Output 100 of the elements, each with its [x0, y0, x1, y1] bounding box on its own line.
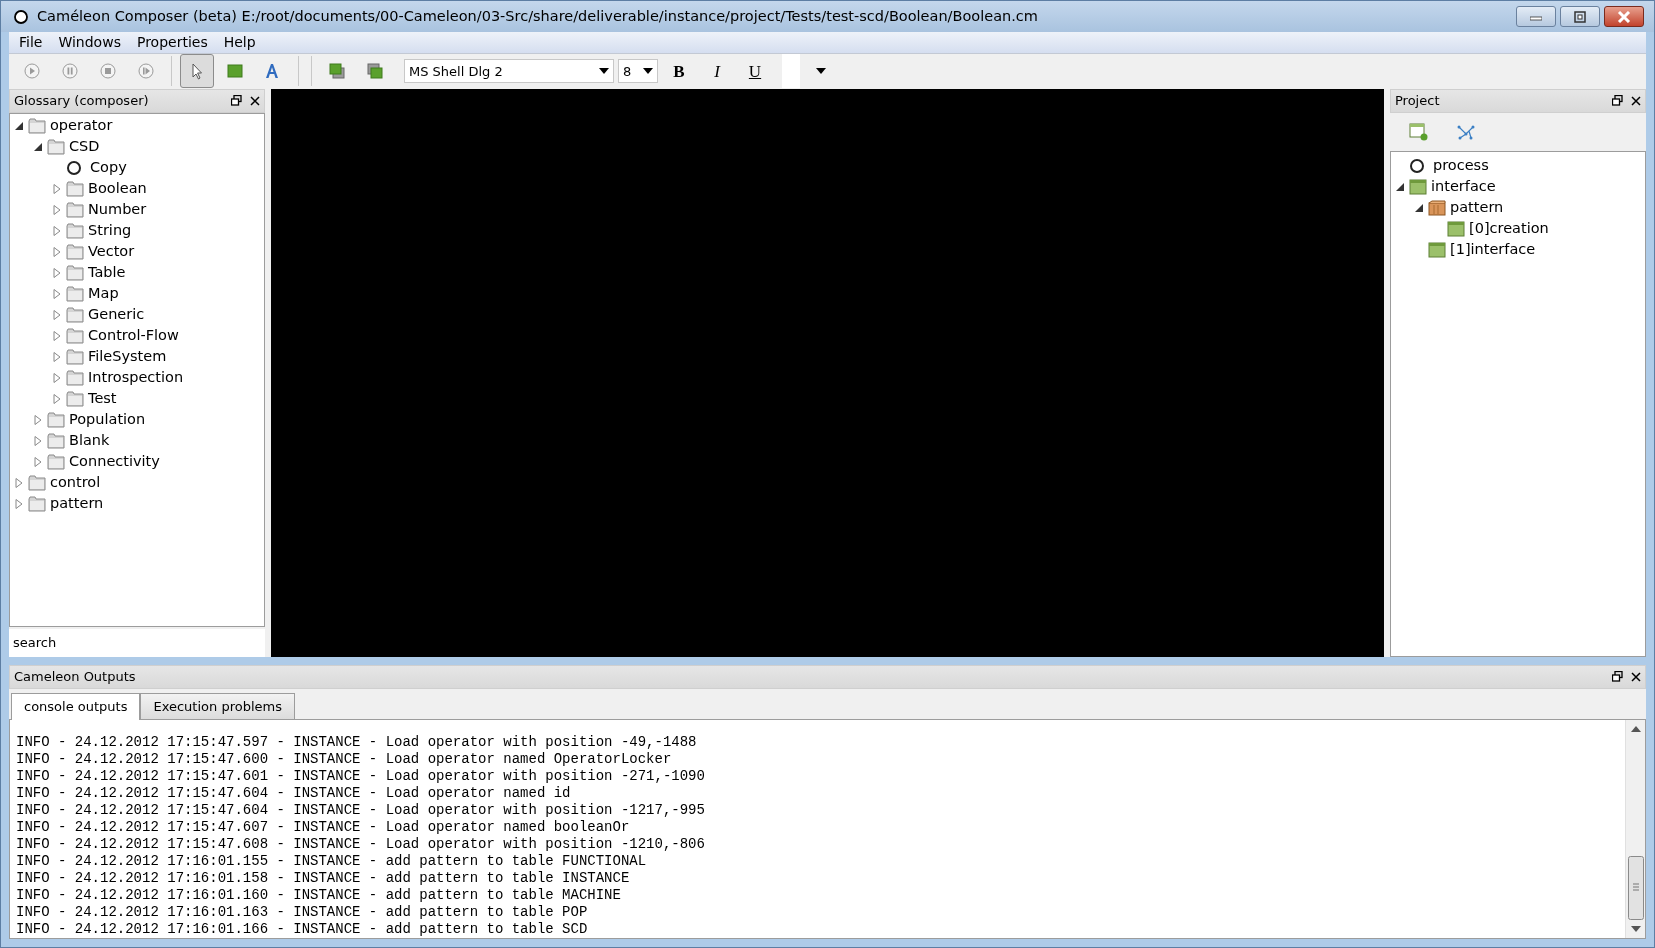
- log-line: INFO - 24.12.2012 17:15:47.604 - INSTANCE - Load operator named id: [16, 785, 572, 802]
- tree-item[interactable]: Map: [88, 283, 119, 305]
- scroll-up-arrow-icon[interactable]: [1630, 726, 1641, 732]
- collapsed-arrow-icon[interactable]: [52, 184, 62, 194]
- collapsed-arrow-icon[interactable]: [33, 415, 43, 425]
- restore-icon: [1574, 10, 1586, 23]
- tree-item[interactable]: [1]interface: [1450, 239, 1536, 261]
- tree-item[interactable]: Copy: [90, 157, 127, 179]
- folder-icon: [47, 454, 65, 470]
- tree-item[interactable]: Introspection: [88, 367, 184, 389]
- color-swatch[interactable]: [782, 54, 800, 89]
- log-line: INFO - 24.12.2012 17:15:47.607 - INSTANCE - Load operator named booleanOr: [16, 819, 631, 836]
- log-line: INFO - 24.12.2012 17:15:47.604 - INSTANCE - Load operator with position -1217,-995: [16, 802, 706, 819]
- tab[interactable]: Execution problems: [140, 692, 295, 719]
- collapsed-arrow-icon[interactable]: [52, 394, 62, 404]
- collapsed-arrow-icon[interactable]: [52, 310, 62, 320]
- menu-item[interactable]: Windows: [50, 32, 129, 54]
- tree-item[interactable]: CSD: [69, 136, 100, 158]
- tree-item[interactable]: Number: [88, 199, 147, 221]
- tree-item[interactable]: Connectivity: [69, 451, 160, 473]
- folder-icon: [66, 328, 84, 344]
- tree-item[interactable]: operator: [50, 115, 113, 137]
- add-window-icon: [1409, 122, 1429, 141]
- tree-item[interactable]: Blank: [69, 430, 110, 452]
- layers-icon: [366, 62, 384, 81]
- play-icon: [23, 62, 41, 81]
- folder-icon: [47, 412, 65, 428]
- close-icon[interactable]: [1631, 95, 1641, 106]
- pause-icon: [61, 62, 79, 81]
- collapsed-arrow-icon[interactable]: [14, 499, 24, 509]
- collapsed-arrow-icon[interactable]: [52, 268, 62, 278]
- tree-item[interactable]: FileSystem: [88, 346, 167, 368]
- float-icon[interactable]: [1612, 671, 1623, 682]
- log-line: INFO - 24.12.2012 17:16:01.155 - INSTANCE - add pattern to table FUNCTIONAL: [16, 853, 648, 870]
- log-line: INFO - 24.12.2012 17:16:01.163 - INSTANCE - add pattern to table POP: [16, 904, 589, 921]
- menu-item[interactable]: Help: [215, 32, 264, 54]
- collapsed-arrow-icon[interactable]: [33, 457, 43, 467]
- tree-item[interactable]: control: [50, 472, 101, 494]
- close-button[interactable]: [1604, 6, 1644, 28]
- collapsed-arrow-icon[interactable]: [52, 205, 62, 215]
- expanded-arrow-icon[interactable]: [1395, 182, 1405, 192]
- folder-icon: [66, 244, 84, 260]
- tree-item[interactable]: process: [1433, 155, 1489, 177]
- tree-item[interactable]: Control-Flow: [88, 325, 179, 347]
- tree-item[interactable]: Population: [69, 409, 146, 431]
- float-icon[interactable]: [1612, 95, 1623, 106]
- folder-icon: [66, 286, 84, 302]
- log-line: INFO - 24.12.2012 17:15:47.608 - INSTANCE - Load operator with position -1210,-806: [16, 836, 706, 853]
- expanded-arrow-icon[interactable]: [14, 121, 24, 131]
- tree-item[interactable]: pattern: [50, 493, 104, 515]
- tab[interactable]: console outputs: [11, 692, 141, 720]
- scroll-down-arrow-icon[interactable]: [1630, 926, 1641, 932]
- close-icon[interactable]: [250, 95, 260, 106]
- collapsed-arrow-icon[interactable]: [52, 226, 62, 236]
- format-button[interactable]: I: [700, 56, 734, 87]
- scroll-thumb[interactable]: [1627, 856, 1644, 920]
- format-button[interactable]: B: [662, 56, 696, 87]
- folder-icon: [66, 391, 84, 407]
- log-line: INFO - 24.12.2012 17:15:47.601 - INSTANCE - Load operator with position -271,-1090: [16, 768, 706, 785]
- tree-item[interactable]: String: [88, 220, 132, 242]
- tree-item[interactable]: [0]creation: [1469, 218, 1549, 240]
- collapsed-arrow-icon[interactable]: [33, 436, 43, 446]
- restore-button[interactable]: [1560, 6, 1600, 28]
- collapsed-arrow-icon[interactable]: [52, 331, 62, 341]
- tool-button[interactable]: [180, 54, 214, 89]
- tree-item[interactable]: pattern: [1450, 197, 1504, 219]
- menu-item[interactable]: Properties: [128, 32, 216, 54]
- font-dropdown[interactable]: MS Shell Dlg 2: [404, 59, 614, 84]
- tree-item[interactable]: Generic: [88, 304, 145, 326]
- tree-item[interactable]: Vector: [88, 241, 135, 263]
- folder-icon: [66, 202, 84, 218]
- box-icon: [1428, 200, 1446, 216]
- folder-icon: [66, 265, 84, 281]
- folder-icon: [66, 223, 84, 239]
- tree-item[interactable]: Table: [88, 262, 126, 284]
- tree-item[interactable]: interface: [1431, 176, 1496, 198]
- close-icon[interactable]: [1631, 671, 1641, 682]
- tree-item[interactable]: Test: [88, 388, 117, 410]
- stop-icon: [99, 62, 117, 81]
- panel-title: Project: [1395, 91, 1440, 110]
- folder-icon: [28, 118, 46, 134]
- collapsed-arrow-icon[interactable]: [14, 478, 24, 488]
- panel-title: Cameleon Outputs: [14, 667, 136, 686]
- collapsed-arrow-icon[interactable]: [52, 247, 62, 257]
- menu-item[interactable]: File: [11, 32, 51, 54]
- expanded-arrow-icon[interactable]: [1414, 203, 1424, 213]
- folder-icon: [66, 370, 84, 386]
- caret-icon: [643, 68, 653, 75]
- collapsed-arrow-icon[interactable]: [52, 352, 62, 362]
- expanded-arrow-icon[interactable]: [33, 142, 43, 152]
- format-button[interactable]: U: [738, 56, 772, 87]
- size-dropdown[interactable]: 8: [618, 59, 658, 84]
- collapsed-arrow-icon[interactable]: [52, 289, 62, 299]
- minimize-button[interactable]: [1516, 6, 1556, 28]
- panel-title: Glossary (composer): [14, 91, 149, 110]
- float-icon[interactable]: [231, 95, 242, 106]
- search-field[interactable]: search: [9, 628, 265, 657]
- window-title: Caméleon Composer (beta) E:/root/documents/00-Cameleon/03-Src/share/deliverable/instance/project/Tests/test-scd/Boolean/Boolean.cm: [37, 6, 1039, 26]
- tree-item[interactable]: Boolean: [88, 178, 147, 200]
- collapsed-arrow-icon[interactable]: [52, 373, 62, 383]
